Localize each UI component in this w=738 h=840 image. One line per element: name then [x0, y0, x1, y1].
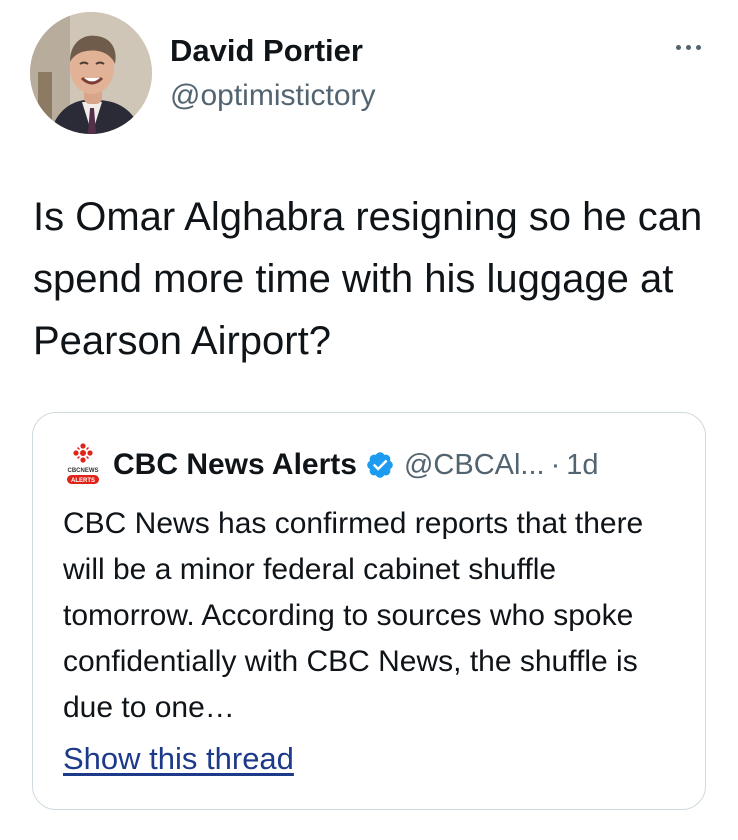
more-icon-dot	[695, 44, 701, 50]
avatar-photo	[30, 12, 152, 134]
quoted-author-handle[interactable]: @CBCAl...	[404, 449, 545, 482]
quoted-tweet-card[interactable]: CBCNEWS ALERTS CBC News Alerts @CBCAl...…	[32, 412, 706, 810]
author-handle[interactable]: @optimistictory	[170, 78, 376, 114]
quoted-tweet-header: CBC News Alerts @CBCAl... · 1d	[113, 445, 599, 485]
cbc-news-alerts-logo-icon: CBCNEWS ALERTS	[63, 443, 103, 487]
quoted-author-name[interactable]: CBC News Alerts	[113, 448, 357, 482]
tweet-text: Is Omar Alghabra resigning so he can spe…	[33, 195, 703, 363]
more-icon-dot	[685, 44, 691, 50]
logo-text-bottom: ALERTS	[71, 478, 95, 484]
tweet: David Portier @optimistictory Is Omar Al…	[0, 0, 738, 840]
logo-text-top: CBCNEWS	[68, 468, 99, 474]
quoted-tweet-timestamp[interactable]: 1d	[566, 449, 598, 482]
author-avatar[interactable]	[30, 12, 152, 134]
more-horizontal-icon	[675, 44, 681, 50]
author-name[interactable]: David Portier	[170, 33, 363, 69]
verified-badge-icon	[365, 450, 395, 480]
quoted-tweet-text: CBC News has confirmed reports that ther…	[63, 507, 644, 724]
show-thread-link[interactable]: Show this thread	[63, 739, 294, 779]
more-options-button[interactable]	[662, 32, 714, 62]
separator-dot: ·	[550, 448, 561, 481]
